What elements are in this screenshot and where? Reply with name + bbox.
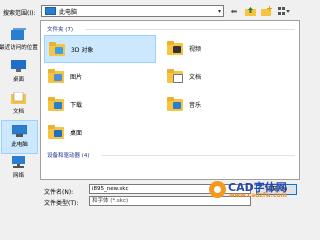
place-documents-label: 文档 — [12, 109, 24, 115]
place-network[interactable]: 网络 — [1, 152, 36, 184]
look-in-label: 搜索范围(I): — [3, 10, 36, 17]
3d-objects-folder-icon — [49, 41, 65, 57]
recent-places-icon — [11, 28, 26, 40]
folder-item-downloads[interactable]: 下载 — [44, 91, 154, 117]
network-icon — [12, 156, 25, 168]
view-menu-button[interactable] — [278, 5, 290, 17]
places-bar: 最近访问的位置 桌面 文档 此电脑 网络 — [0, 20, 38, 180]
folder-item-3d-objects[interactable]: 3D 对象 — [44, 35, 156, 63]
chevron-down-icon: ▾ — [217, 8, 221, 15]
place-recent[interactable]: 最近访问的位置 — [0, 24, 38, 56]
pictures-folder-icon — [48, 68, 64, 84]
folder-item-documents[interactable]: 文档 — [163, 63, 273, 89]
videos-folder-icon — [167, 40, 183, 56]
documents-folder-icon — [167, 68, 183, 84]
pc-icon — [45, 7, 56, 15]
music-folder-icon — [167, 96, 183, 112]
place-recent-label: 最近访问的位置 — [0, 45, 38, 51]
this-pc-icon — [12, 125, 27, 137]
watermark-logo — [209, 181, 226, 198]
look-in-value: 此电脑 — [59, 8, 78, 16]
filename-value: i895_new.skc — [92, 186, 129, 192]
back-button[interactable]: ⬅ — [228, 5, 240, 17]
group-header-folders[interactable]: 文件夹 (7) — [47, 25, 73, 33]
place-network-label: 网络 — [12, 173, 24, 179]
group-divider — [101, 155, 295, 156]
folder-name: 音乐 — [189, 101, 202, 109]
group-header-devices[interactable]: 设备和驱动器 (4) — [47, 151, 90, 159]
watermark-url: www.cadzfw.com — [229, 192, 287, 199]
folder-name: 下载 — [70, 101, 83, 109]
file-list[interactable]: 文件夹 (7) 3D 对象 视频 图片 文档 下载 音乐 桌面 设备和驱动器 (… — [40, 20, 300, 180]
folder-name: 文档 — [189, 73, 202, 81]
folder-item-desktop[interactable]: 桌面 — [44, 119, 154, 145]
up-folder-button[interactable] — [244, 5, 256, 17]
place-this-pc[interactable]: 此电脑 — [1, 120, 38, 154]
watermark: CAD字体网 www.cadzfw.com — [205, 179, 300, 200]
new-folder-button[interactable] — [260, 5, 272, 17]
look-in-dropdown[interactable]: 此电脑 ▾ — [41, 5, 224, 17]
documents-icon — [11, 92, 26, 104]
desktop-folder-icon — [48, 124, 64, 140]
downloads-folder-icon — [48, 96, 64, 112]
folder-name: 桌面 — [70, 129, 83, 137]
folder-item-pictures[interactable]: 图片 — [44, 63, 154, 89]
filetype-value: 和字体 (*.skc) — [92, 198, 129, 204]
folder-item-music[interactable]: 音乐 — [163, 91, 273, 117]
new-folder-icon — [260, 6, 272, 16]
folder-item-videos[interactable]: 视频 — [163, 35, 273, 61]
group-divider — [85, 29, 295, 30]
place-documents[interactable]: 文档 — [1, 88, 36, 120]
filename-label: 文件名(N): — [44, 189, 74, 196]
folder-name: 视频 — [189, 45, 202, 53]
folder-name: 3D 对象 — [71, 46, 94, 54]
place-this-pc-label: 此电脑 — [11, 142, 28, 148]
filetype-label: 文件类型(T): — [44, 200, 79, 207]
view-menu-icon — [278, 6, 290, 15]
folder-name: 图片 — [70, 73, 83, 81]
back-arrow-icon: ⬅ — [230, 6, 238, 16]
place-desktop[interactable]: 桌面 — [1, 56, 36, 88]
place-desktop-label: 桌面 — [12, 77, 24, 83]
up-folder-icon — [244, 7, 256, 16]
desktop-icon — [11, 60, 26, 72]
